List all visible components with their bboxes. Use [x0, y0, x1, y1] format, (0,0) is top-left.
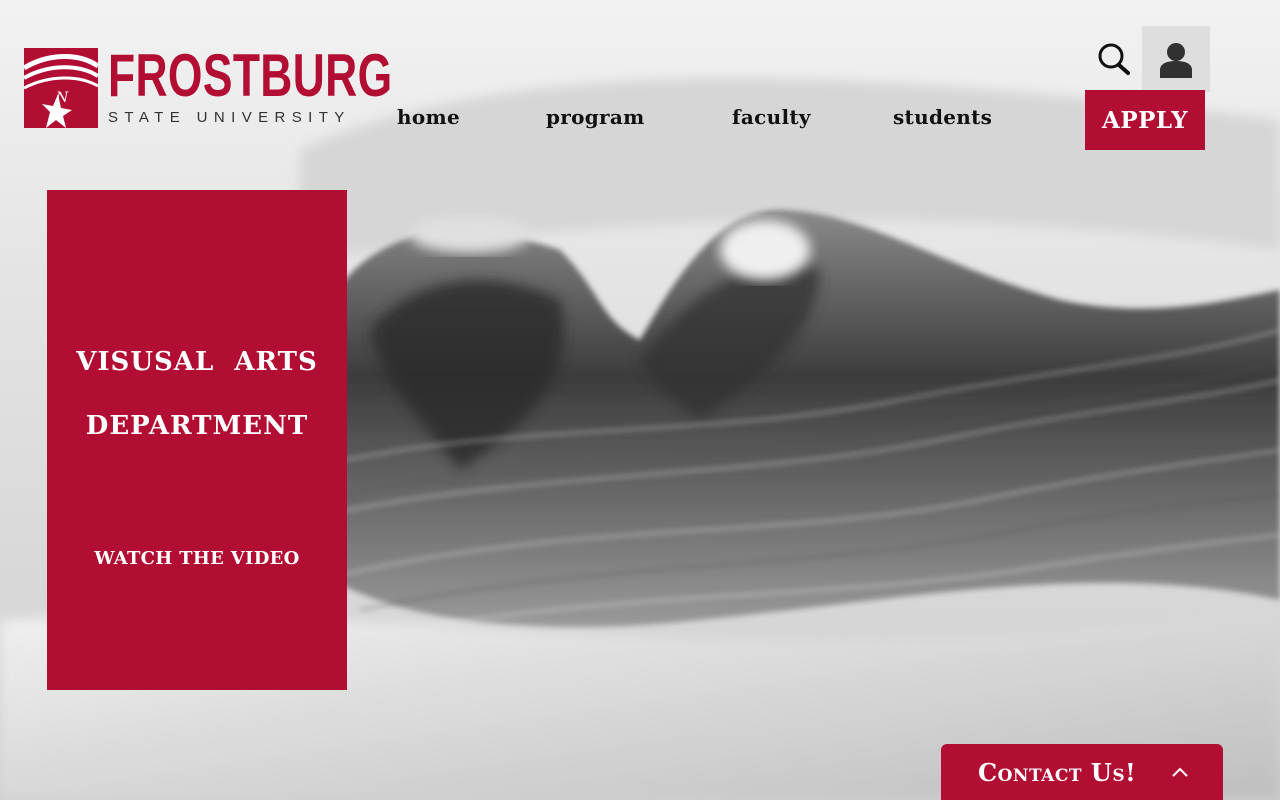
chevron-up-icon [1172, 767, 1188, 777]
frostburg-emblem-icon: N [24, 48, 100, 128]
user-icon [1160, 43, 1192, 78]
nav-program[interactable]: program [546, 105, 645, 129]
apply-button[interactable]: APPLY [1085, 90, 1205, 150]
page-title-line2: DEPARTMENT [85, 411, 309, 441]
page-title: VISUSAL ARTS DEPARTMENT [47, 330, 347, 458]
nav-home[interactable]: home [397, 105, 460, 129]
svg-text:N: N [55, 90, 69, 106]
nav-faculty[interactable]: faculty [732, 105, 811, 129]
page-title-line1: VISUSAL ARTS [76, 347, 318, 377]
watch-video-link[interactable]: WATCH THE VIDEO [47, 548, 347, 569]
frostburg-logo[interactable]: N FROSTBURG STATE UNIVERSITY [24, 46, 392, 130]
nav-students[interactable]: students [893, 105, 992, 129]
search-icon [1098, 43, 1130, 75]
contact-us-tab[interactable]: Contact Us! [941, 744, 1223, 800]
logo-wordmark: FROSTBURG [108, 42, 393, 109]
search-button[interactable] [1096, 42, 1132, 78]
logo-subtitle: STATE UNIVERSITY [108, 109, 351, 126]
hero-panel: VISUSAL ARTS DEPARTMENT WATCH THE VIDEO [47, 190, 347, 690]
contact-us-label: Contact Us! [978, 758, 1137, 787]
account-button[interactable] [1142, 26, 1210, 92]
